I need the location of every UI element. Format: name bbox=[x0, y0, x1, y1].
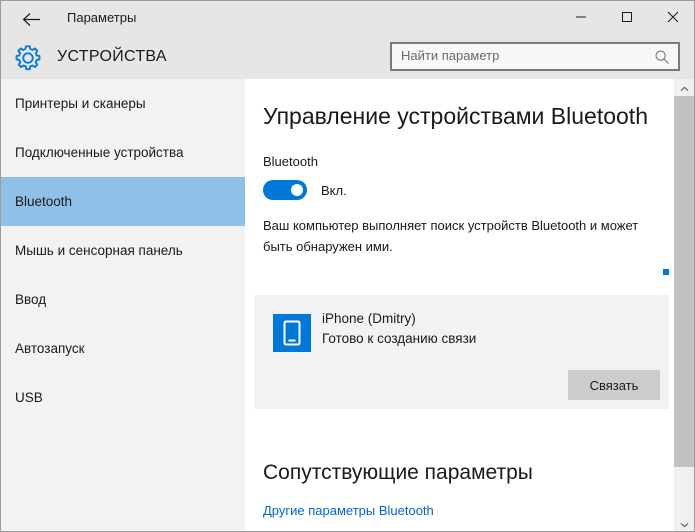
bluetooth-toggle[interactable] bbox=[263, 180, 307, 200]
sidebar-nav: Принтеры и сканеры Подключенные устройст… bbox=[1, 79, 245, 531]
search-input[interactable] bbox=[401, 48, 641, 63]
toggle-knob bbox=[291, 184, 303, 196]
sidebar-item-typing[interactable]: Ввод bbox=[1, 275, 245, 324]
minimize-button[interactable] bbox=[558, 1, 604, 37]
scroll-up-button[interactable] bbox=[674, 79, 694, 97]
sidebar-item-label: Подключенные устройства bbox=[15, 145, 184, 160]
device-name: iPhone (Dmitry) bbox=[322, 311, 416, 326]
sidebar-item-label: Bluetooth bbox=[15, 194, 73, 209]
caption-buttons bbox=[558, 1, 694, 37]
device-status: Готово к созданию связи bbox=[322, 331, 477, 346]
sidebar-item-autoplay[interactable]: Автозапуск bbox=[1, 324, 245, 373]
window-title: Параметры bbox=[67, 10, 137, 25]
sidebar-item-bluetooth[interactable]: Bluetooth bbox=[1, 177, 245, 226]
bluetooth-section-label: Bluetooth bbox=[263, 154, 318, 169]
maximize-button[interactable] bbox=[604, 1, 650, 37]
device-card[interactable]: iPhone (Dmitry) Готово к созданию связи … bbox=[254, 295, 669, 409]
bluetooth-description: Ваш компьютер выполняет поиск устройств … bbox=[263, 218, 639, 254]
chevron-down-icon bbox=[680, 515, 689, 532]
sidebar-item-label: Ввод bbox=[15, 292, 47, 307]
chevron-up-icon bbox=[680, 79, 689, 97]
bluetooth-toggle-row: Вкл. bbox=[263, 180, 347, 200]
sidebar-item-mouse-touchpad[interactable]: Мышь и сенсорная панель bbox=[1, 226, 245, 275]
sidebar-item-usb[interactable]: USB bbox=[1, 373, 245, 422]
related-settings-title: Сопутствующие параметры bbox=[263, 461, 533, 484]
scrollbar-thumb[interactable] bbox=[674, 96, 694, 467]
sidebar-item-label: Мышь и сенсорная панель bbox=[15, 243, 183, 258]
maximize-icon bbox=[621, 10, 633, 28]
content-scrollbar[interactable] bbox=[674, 79, 694, 532]
sidebar-item-label: USB bbox=[15, 390, 43, 405]
title-bar: Параметры bbox=[1, 1, 694, 37]
gear-icon bbox=[13, 43, 43, 73]
page-category-title: УСТРОЙСТВА bbox=[57, 48, 167, 65]
search-icon bbox=[654, 49, 670, 65]
back-button[interactable] bbox=[11, 4, 51, 34]
close-icon bbox=[667, 10, 679, 28]
page-title: Управление устройствами Bluetooth bbox=[263, 103, 648, 129]
back-arrow-icon bbox=[22, 12, 41, 27]
sidebar-item-printers-scanners[interactable]: Принтеры и сканеры bbox=[1, 79, 245, 128]
main-content: Управление устройствами Bluetooth Blueto… bbox=[245, 79, 674, 531]
more-bluetooth-settings-link[interactable]: Другие параметры Bluetooth bbox=[263, 503, 434, 518]
close-button[interactable] bbox=[650, 1, 694, 37]
phone-icon bbox=[273, 314, 311, 352]
sidebar-item-label: Принтеры и сканеры bbox=[15, 96, 146, 111]
minimize-icon bbox=[575, 10, 587, 28]
settings-window: Параметры УСТРОЙСТВА Найти параметр Прин… bbox=[0, 0, 695, 532]
pair-button[interactable]: Связать bbox=[568, 370, 660, 400]
sidebar-item-connected-devices[interactable]: Подключенные устройства bbox=[1, 128, 245, 177]
scanning-dot-icon bbox=[663, 269, 669, 275]
search-box[interactable] bbox=[390, 42, 680, 71]
sidebar-item-label: Автозапуск bbox=[15, 341, 85, 356]
scroll-down-button[interactable] bbox=[674, 515, 694, 532]
bluetooth-toggle-label: Вкл. bbox=[321, 182, 347, 198]
